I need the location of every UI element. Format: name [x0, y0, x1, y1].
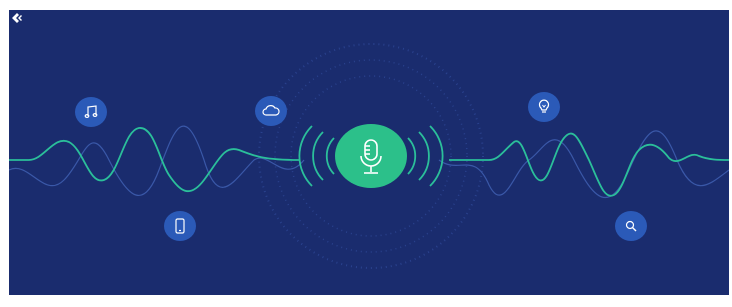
brand-logo-icon: [12, 13, 22, 23]
left-sound-arc-1: [325, 137, 335, 175]
left-sound-arc-3: [298, 125, 313, 187]
cloud-bubble[interactable]: [255, 96, 287, 126]
waveform-illustration: [9, 43, 729, 269]
lightbulb-bubble[interactable]: [528, 92, 560, 122]
hero-banner: [9, 10, 729, 295]
music-note-icon: [84, 105, 98, 119]
phone-bubble[interactable]: [164, 211, 196, 241]
microphone-button[interactable]: [335, 124, 407, 188]
right-sound-arc-2: [418, 131, 430, 181]
phone-icon: [175, 218, 185, 234]
music-bubble[interactable]: [75, 97, 107, 127]
right-secondary-wave: [438, 130, 729, 199]
search-bubble[interactable]: [615, 211, 647, 241]
search-icon: [625, 220, 637, 232]
left-sound-arc-2: [312, 131, 324, 181]
lightbulb-icon: [538, 99, 550, 113]
right-sound-arc-3: [429, 125, 444, 187]
cloud-icon: [262, 105, 280, 116]
right-sound-arc-1: [407, 137, 417, 175]
